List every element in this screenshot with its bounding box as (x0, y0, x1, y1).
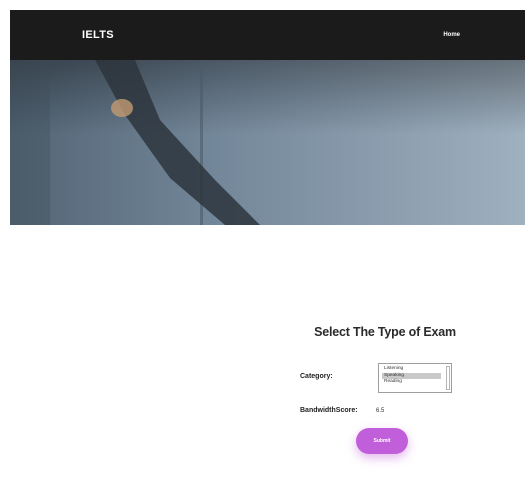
nav-link-home[interactable]: Home (443, 32, 460, 38)
exam-selection-form: Select The Type of Exam Category: Listen… (300, 325, 470, 454)
navbar: IELTS Home (10, 10, 525, 60)
bandwidth-label: BandwidthScore: (300, 407, 358, 414)
bandwidth-value: 6.5 (376, 408, 385, 414)
category-row: Category: Listening Speaking Reading (300, 363, 470, 393)
category-option-reading[interactable]: Reading (382, 379, 441, 386)
hero-photo (10, 60, 525, 225)
listbox-scrollbar[interactable] (446, 366, 450, 390)
bandwidth-row: BandwidthScore: 6.5 (300, 407, 470, 414)
category-listbox[interactable]: Listening Speaking Reading (378, 363, 452, 393)
hero-banner-image (10, 60, 525, 225)
category-label: Category: (300, 373, 333, 380)
brand-logo[interactable]: IELTS (82, 29, 114, 41)
submit-button[interactable]: Submit (356, 428, 408, 454)
form-title: Select The Type of Exam (314, 325, 456, 339)
